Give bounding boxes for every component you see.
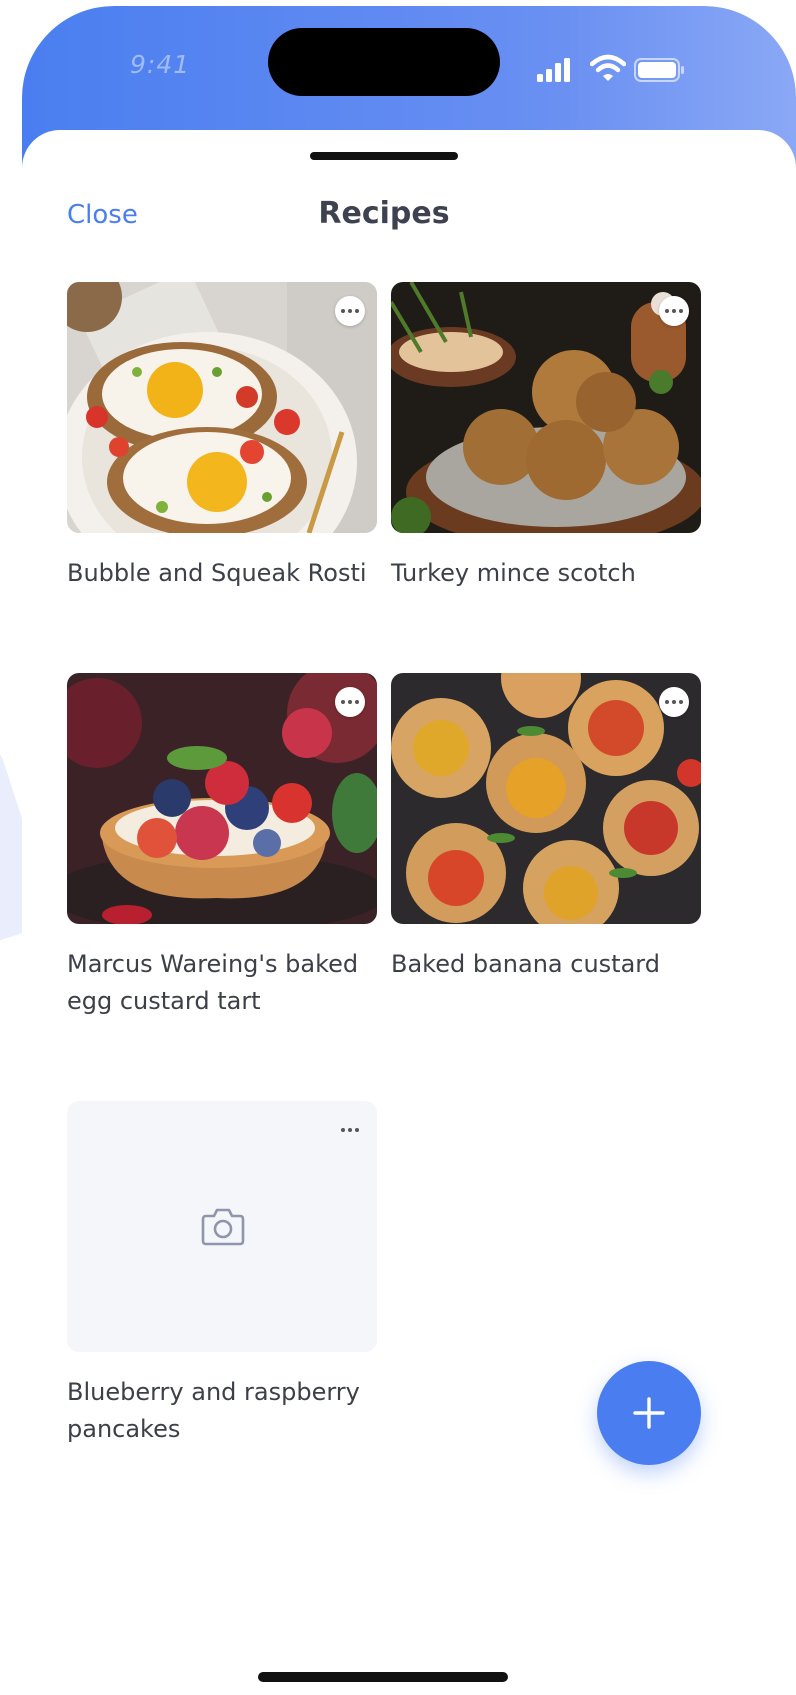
more-options-button[interactable] [659, 687, 689, 717]
sheet-grabber[interactable] [310, 152, 458, 160]
recipe-name: Baked banana custard [391, 950, 660, 978]
page-title: Recipes [318, 196, 450, 231]
recipe-card[interactable]: Bubble and Squeak Rosti [67, 282, 377, 592]
add-recipe-button[interactable] [597, 1361, 701, 1465]
recipe-image [391, 673, 701, 924]
recipe-name: Marcus Wareing's baked egg custard tart [67, 950, 359, 1015]
recipe-card[interactable]: Turkey mince scotch [391, 282, 701, 592]
more-options-button[interactable] [335, 687, 365, 717]
recipe-image [67, 673, 377, 924]
recipe-name: Turkey mince scotch [391, 559, 636, 587]
status-bar: 9:41 [22, 6, 796, 136]
recipe-name: Bubble and Squeak Rosti [67, 559, 367, 587]
battery-icon [634, 58, 684, 82]
recipe-image-placeholder[interactable] [67, 1101, 377, 1352]
recipe-card[interactable]: Blueberry and raspberry pancakes [67, 1101, 377, 1448]
camera-icon [201, 1208, 245, 1246]
plus-icon [633, 1397, 665, 1429]
dynamic-island [268, 28, 500, 96]
more-options-button[interactable] [335, 296, 365, 326]
tomato-pastries-photo [391, 673, 701, 924]
recipe-card[interactable]: Baked banana custard [391, 673, 701, 983]
meatballs-photo [391, 282, 701, 533]
wifi-icon [590, 54, 626, 81]
home-indicator [258, 1672, 508, 1682]
eggs-on-toast-photo [67, 282, 377, 533]
more-options-button[interactable] [335, 1115, 365, 1145]
recipes-sheet: Close Recipes Bubble and Squeak Rosti Tu… [22, 130, 796, 1695]
recipe-card[interactable]: Marcus Wareing's baked egg custard tart [67, 673, 377, 1020]
more-options-button[interactable] [659, 296, 689, 326]
status-time: 9:41 [130, 50, 191, 79]
signal-icon [537, 58, 570, 82]
berry-tart-photo [67, 673, 377, 924]
recipe-name: Blueberry and raspberry pancakes [67, 1378, 360, 1443]
recipe-image [67, 282, 377, 533]
recipe-image [391, 282, 701, 533]
phone-frame: 9:41 Close Recipes Bubble and Squeak Ros… [22, 6, 796, 1695]
